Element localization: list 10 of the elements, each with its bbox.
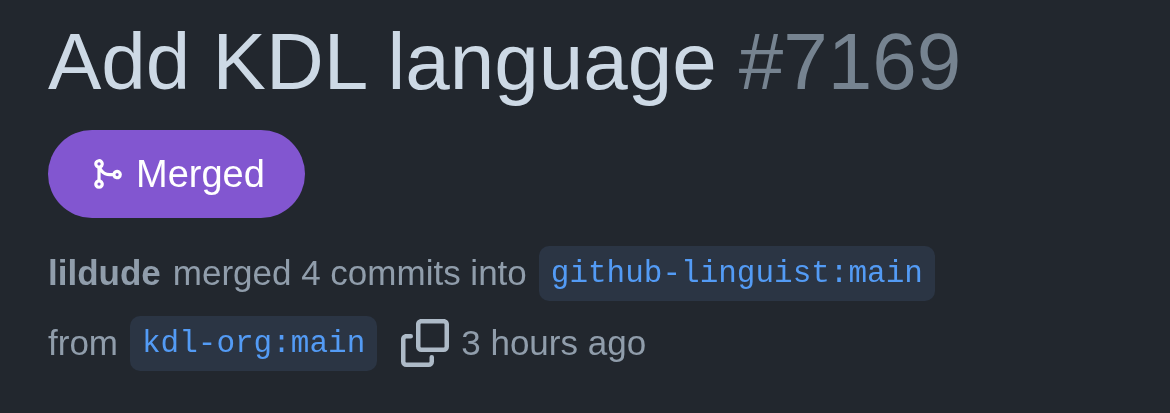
status-label: Merged	[136, 152, 265, 196]
pull-request-number: #7169	[738, 16, 962, 108]
merge-description: merged 4 commits into	[172, 253, 527, 293]
from-text: from	[48, 323, 118, 363]
timestamp: 3 hours ago	[461, 323, 647, 363]
pull-request-title: Add KDL language	[48, 16, 717, 108]
author-link[interactable]: lildude	[48, 253, 161, 293]
head-branch-label[interactable]: kdl-org:main	[130, 315, 378, 371]
copy-icon[interactable]	[401, 319, 450, 367]
base-branch-label[interactable]: github-linguist:main	[538, 245, 935, 301]
